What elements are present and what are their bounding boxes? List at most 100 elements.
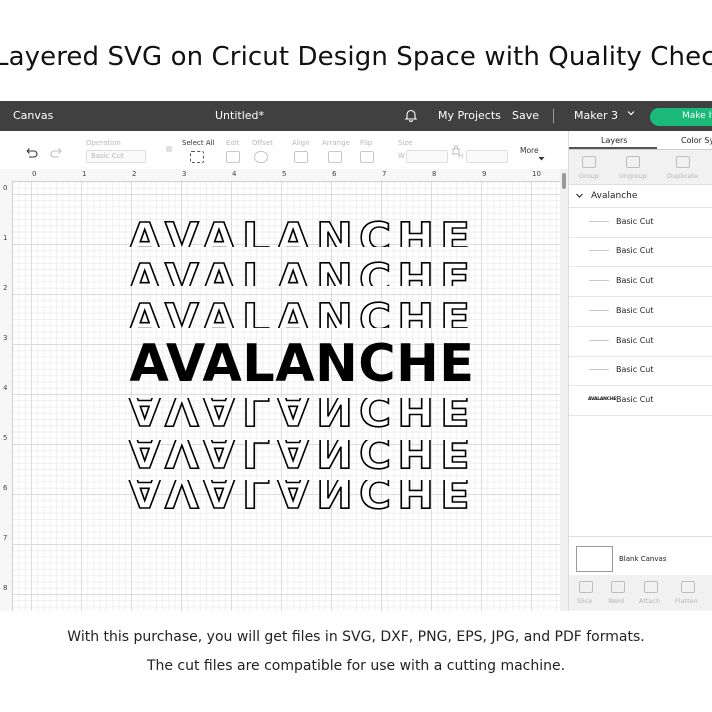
ruler-top-number: 2 (132, 170, 137, 178)
layer-item[interactable]: Basic Cut (569, 208, 712, 238)
select-all-icon[interactable] (190, 151, 204, 163)
art-row-6-clip: AVALANCHE (13, 440, 560, 476)
layer-item[interactable]: Basic Cut (569, 267, 712, 297)
blank-canvas-label: Blank Canvas (619, 555, 667, 563)
weld-action[interactable]: Weld (608, 597, 624, 605)
attach-action[interactable]: Attach (639, 597, 660, 605)
undo-icon[interactable] (24, 144, 38, 163)
ruler-left-number: 0 (3, 184, 8, 192)
make-it-button[interactable]: Make It (650, 108, 712, 126)
group-name: Avalanche (591, 191, 638, 201)
ruler-left-number: 4 (3, 384, 8, 392)
save-button[interactable]: Save (512, 109, 539, 122)
align-label: Align (292, 139, 310, 147)
group-action[interactable]: Group (579, 172, 599, 180)
flatten-action[interactable]: Flatten (675, 597, 698, 605)
width-label: W (398, 152, 405, 160)
layer-actions: Group Ungroup Duplicate (569, 150, 712, 185)
layer-item[interactable]: Basic Cut (569, 237, 712, 267)
width-input[interactable] (406, 150, 448, 163)
layers-panel: Layers Color Sync Group Ungroup Duplicat… (568, 131, 712, 611)
duplicate-action[interactable]: Duplicate (667, 172, 698, 180)
chevron-down-icon[interactable] (626, 108, 636, 121)
layer-label: Basic Cut (616, 246, 654, 255)
offset-label: Offset (252, 139, 274, 147)
ruler-left-number: 2 (3, 284, 8, 292)
layer-label: Basic Cut (616, 306, 654, 315)
scrollbar-thumb[interactable] (562, 173, 566, 189)
art-row-mirrored[interactable]: AVALANCHE (57, 440, 547, 476)
operation-select[interactable]: Basic Cut (86, 150, 146, 163)
tab-layers[interactable]: Layers (601, 136, 627, 145)
edit-label: Edit (226, 139, 240, 147)
blank-canvas-swatch[interactable] (576, 546, 613, 572)
ruler-top-number: 8 (432, 170, 437, 178)
footer-line-formats: With this purchase, you will get files i… (67, 629, 645, 645)
flatten-icon[interactable] (681, 581, 695, 593)
art-row-mirrored[interactable]: AVALANCHE (57, 480, 547, 516)
art-row-7-clip: AVALANCHE (13, 480, 560, 516)
operation-color-swatch[interactable] (166, 146, 172, 152)
flip-label: Flip (360, 139, 373, 147)
duplicate-icon[interactable] (676, 156, 690, 168)
document-title[interactable]: Untitled* (215, 109, 264, 122)
operation-label: Operation (86, 139, 121, 147)
art-row-outline[interactable]: AVALANCHE (57, 295, 547, 328)
canvas-scrollbar[interactable] (560, 169, 568, 611)
art-row-mirrored[interactable]: AVALANCHE (57, 398, 547, 434)
ruler-top-number: 6 (332, 170, 337, 178)
offset-icon[interactable] (254, 151, 268, 163)
ruler-top-number: 9 (482, 170, 487, 178)
layer-label: Basic Cut (616, 395, 654, 404)
flip-icon[interactable] (360, 151, 374, 163)
art-row-outline[interactable]: AVALANCHE (57, 255, 547, 286)
art-row-outline[interactable]: AVALANCHE (57, 214, 547, 247)
height-input[interactable] (466, 150, 508, 163)
my-projects-link[interactable]: My Projects (438, 109, 501, 122)
ruler-top-number: 10 (532, 170, 541, 178)
arrange-icon[interactable] (328, 151, 342, 163)
bell-icon[interactable] (404, 108, 418, 125)
machine-select[interactable]: Maker 3 (574, 109, 618, 122)
layer-thumbnail (589, 340, 609, 341)
arrange-label: Arrange (322, 139, 350, 147)
slice-action[interactable]: Slice (577, 597, 592, 605)
pencil-icon[interactable] (226, 151, 240, 163)
ruler-left-number: 8 (3, 584, 8, 592)
redo-icon[interactable] (50, 144, 64, 163)
layer-item[interactable]: Basic Cut (569, 327, 712, 357)
ruler-left-number: 6 (3, 484, 8, 492)
layer-group-avalanche[interactable]: Avalanche (569, 187, 712, 208)
footer-line-compat: The cut files are compatible for use wit… (146, 658, 566, 674)
attach-icon[interactable] (644, 581, 658, 593)
tab-color-sync[interactable]: Color Sync (681, 136, 712, 145)
layer-item[interactable]: AVALANCHE Basic Cut (569, 386, 712, 416)
more-menu[interactable]: More (520, 146, 539, 155)
ruler-top-number: 1 (82, 170, 87, 178)
chevron-down-icon[interactable] (575, 191, 584, 203)
slice-icon[interactable] (579, 581, 593, 593)
weld-icon[interactable] (611, 581, 625, 593)
layer-item[interactable]: Basic Cut (569, 297, 712, 327)
layer-thumbnail (589, 369, 609, 370)
ungroup-icon[interactable] (626, 156, 640, 168)
layer-item[interactable]: Basic Cut (569, 356, 712, 386)
art-row-solid[interactable]: AVALANCHE (67, 334, 537, 394)
ruler-left-number: 5 (3, 434, 8, 442)
panel-tabs: Layers Color Sync (569, 131, 712, 150)
caret-down-icon[interactable] (538, 147, 545, 166)
ruler-top-number: 5 (282, 170, 287, 178)
layer-label: Basic Cut (616, 365, 654, 374)
layer-thumbnail (589, 221, 609, 222)
ruler-left: 0 1 2 3 4 5 6 7 8 (0, 181, 13, 611)
size-label: Size (398, 139, 413, 147)
topbar-divider (553, 109, 554, 123)
blank-canvas-row[interactable]: Blank Canvas (569, 536, 712, 576)
art-row-5-clip: AVALANCHE (13, 398, 560, 434)
layer-label: Basic Cut (616, 336, 654, 345)
ruler-top-number: 7 (382, 170, 387, 178)
ungroup-action[interactable]: Ungroup (619, 172, 647, 180)
select-all-label: Select All (182, 139, 215, 147)
group-icon[interactable] (582, 156, 596, 168)
align-icon[interactable] (294, 151, 308, 163)
